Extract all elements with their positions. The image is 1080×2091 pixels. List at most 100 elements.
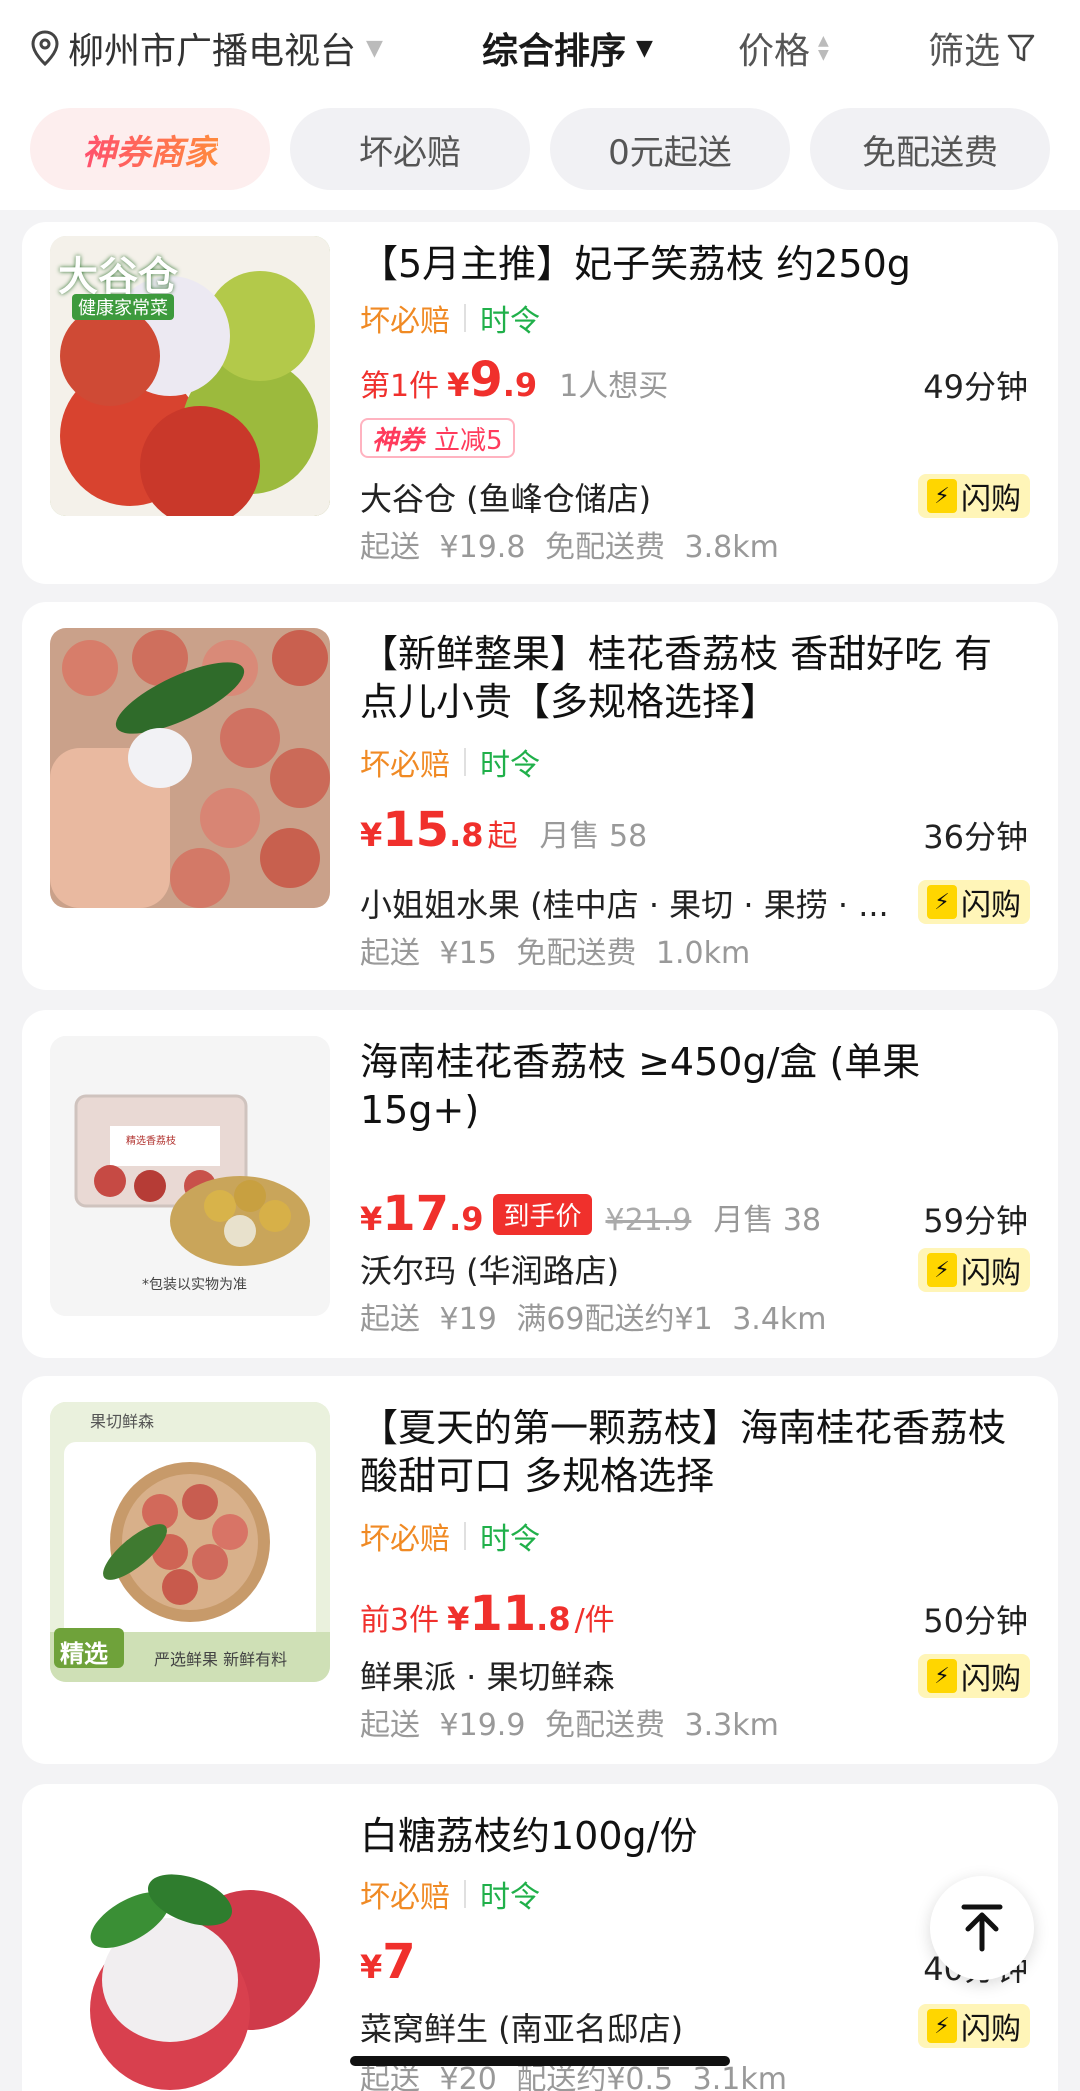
product-tags: 坏必赔 时令 — [360, 1514, 540, 1558]
delivery-info: 起送 ¥19.9 免配送费 3.3km — [360, 1708, 779, 1743]
flash-label: 闪购 — [961, 888, 1021, 923]
price-integer: 9 — [469, 352, 503, 408]
bolt-icon: ⚡ — [927, 1659, 957, 1693]
product-tags: 坏必赔 时令 — [360, 740, 540, 784]
price-suffix: 起 — [487, 819, 518, 854]
product-card[interactable]: 白糖荔枝约100g/份 坏必赔 时令 ¥ 7 40分钟 菜窝鲜生 (南亚名邸店)… — [22, 1784, 1058, 2091]
currency-symbol: ¥ — [447, 366, 470, 404]
season-tag: 时令 — [480, 1522, 540, 1557]
product-card[interactable]: 【新鲜整果】桂花香荔枝 香甜好吃 有点儿小贵【多规格选择】 坏必赔 时令 ¥ 1… — [22, 602, 1058, 990]
currency-symbol: ¥ — [360, 1200, 383, 1238]
store-name[interactable]: 小姐姐水果 (桂中店 · 果切 · 果捞 · ... — [360, 880, 889, 926]
bolt-icon: ⚡ — [927, 2009, 957, 2043]
coupon-brand: 神券 — [372, 425, 425, 456]
product-tags: 坏必赔 时令 — [360, 296, 540, 340]
price-prefix: 第1件 — [360, 369, 440, 404]
product-image — [50, 628, 330, 908]
flash-buy-badge: ⚡ 闪购 — [918, 880, 1030, 924]
store-name[interactable]: 沃尔玛 (华润路店) — [360, 1246, 619, 1292]
flash-label: 闪购 — [961, 2012, 1021, 2047]
thumb-slogan: 严选鲜果 新鲜有料 — [154, 1650, 288, 1669]
product-title: 【夏天的第一颗荔枝】海南桂花香荔枝 酸甜可口 多规格选择 — [360, 1406, 1007, 1498]
store-name[interactable]: 菜窝鲜生 (南亚名邸店) — [360, 2004, 683, 2050]
filter-label: 筛选 — [928, 31, 1001, 72]
price-line: ¥ 17 .9 到手价 ¥21.9 月售 38 — [360, 1186, 821, 1242]
product-tags: 坏必赔 时令 — [360, 1872, 540, 1916]
thumb-subtitle: 健康家常菜 — [72, 294, 174, 320]
flash-label: 闪购 — [961, 482, 1021, 517]
flash-label: 闪购 — [961, 1256, 1021, 1291]
guarantee-tag: 坏必赔 — [360, 1522, 450, 1557]
store-name[interactable]: 大谷仓 (鱼峰仓储店) — [360, 474, 651, 520]
delivery-info: 起送 ¥15 免配送费 1.0km — [360, 936, 751, 971]
price-decimal: .8 — [449, 816, 484, 854]
sort-updown-icon: ▲ ▼ — [818, 33, 829, 63]
location-label: 柳州市广播电视台 — [68, 31, 357, 72]
product-image: 果切鲜森 精选 严选鲜果 新鲜有料 — [50, 1402, 330, 1682]
delivery-eta: 50分钟 — [923, 1602, 1028, 1640]
flash-buy-badge: ⚡ 闪购 — [918, 474, 1030, 518]
product-title: 白糖荔枝约100g/份 — [360, 1814, 698, 1858]
bolt-icon: ⚡ — [927, 885, 957, 919]
price-line: ¥ 7 — [360, 1934, 416, 1990]
tag-divider — [464, 1880, 466, 1908]
tag-divider — [464, 304, 466, 332]
delivery-info: 起送 ¥19.8 免配送费 3.8km — [360, 530, 779, 565]
tag-divider — [464, 1522, 466, 1550]
price-suffix: /件 — [574, 1603, 615, 1638]
filter-funnel-icon — [1007, 34, 1035, 62]
product-title: 【新鲜整果】桂花香荔枝 香甜好吃 有点儿小贵【多规格选择】 — [360, 632, 993, 724]
product-card[interactable]: 精选香荔枝 *包装以实物为准 海南桂花香荔枝 ≥450g/盒 (单果15g+) … — [22, 1010, 1058, 1358]
store-name[interactable]: 鲜果派 · 果切鲜森 — [360, 1652, 615, 1698]
chip-free-delivery[interactable]: 免配送费 — [810, 108, 1050, 190]
chevron-down-icon: ▼ — [366, 35, 383, 61]
price-sort-label: 价格 — [738, 31, 811, 72]
price-integer: 17 — [382, 1186, 450, 1242]
flash-buy-badge: ⚡ 闪购 — [918, 1654, 1030, 1698]
monthly-sales: 月售 38 — [713, 1203, 822, 1238]
price-prefix: 前3件 — [360, 1603, 440, 1638]
price-integer: 11 — [469, 1586, 537, 1642]
tag-divider — [464, 748, 466, 776]
guarantee-tag: 坏必赔 — [360, 748, 450, 783]
thumb-brand: 果切鲜森 — [90, 1412, 155, 1431]
price-decimal: .8 — [536, 1600, 571, 1638]
bolt-icon: ⚡ — [927, 479, 957, 513]
back-to-top-icon — [961, 1904, 1003, 1952]
delivery-eta: 59分钟 — [923, 1202, 1028, 1240]
price-line: ¥ 15 .8 起 月售 58 — [360, 802, 647, 858]
location-selector[interactable]: 柳州市广播电视台 ▼ — [30, 22, 383, 74]
delivery-eta: 36分钟 — [923, 818, 1028, 856]
currency-symbol: ¥ — [360, 816, 383, 854]
price-integer: 15 — [382, 802, 450, 858]
chip-bad-refund[interactable]: 坏必赔 — [290, 108, 530, 190]
location-pin-icon — [31, 30, 59, 66]
filter-button[interactable]: 筛选 — [928, 22, 1036, 74]
price-line: 前3件 ¥ 11 .8 /件 — [360, 1586, 615, 1642]
top-filter-bar: 柳州市广播电视台 ▼ 综合排序 ▼ 价格 ▲ ▼ 筛选 — [0, 0, 1080, 100]
currency-symbol: ¥ — [360, 1948, 383, 1986]
product-card[interactable]: 大谷仓 健康家常菜 【5月主推】妃子笑荔枝 约250g 坏必赔 时令 第1件 ¥… — [22, 222, 1058, 584]
product-image: 大谷仓 健康家常菜 — [50, 236, 330, 516]
chevron-down-icon: ▼ — [636, 35, 653, 61]
product-card[interactable]: 果切鲜森 精选 严选鲜果 新鲜有料 【夏天的第一颗荔枝】海南桂花香荔枝 酸甜可口… — [22, 1376, 1058, 1764]
monthly-sales: 月售 58 — [539, 819, 648, 854]
season-tag: 时令 — [480, 748, 540, 783]
home-indicator — [350, 2056, 730, 2066]
sort-dropdown[interactable]: 综合排序 ▼ — [482, 22, 653, 74]
lychee-illustration — [50, 1810, 330, 2090]
original-price: ¥21.9 — [605, 1203, 692, 1238]
product-image — [50, 1810, 330, 2090]
sort-label: 综合排序 — [482, 31, 627, 72]
back-to-top-button[interactable] — [930, 1876, 1034, 1980]
chip-coupon-merchant[interactable]: 神券商家 — [30, 108, 270, 190]
price-decimal: .9 — [502, 366, 538, 404]
chip-zero-min[interactable]: 0元起送 — [550, 108, 790, 190]
lychee-illustration — [50, 628, 330, 908]
box-label: 精选香荔枝 — [126, 1136, 176, 1147]
quick-filter-chips: 神券商家 坏必赔 0元起送 免配送费 — [0, 100, 1080, 210]
price-decimal: .9 — [449, 1200, 484, 1238]
product-title: 【5月主推】妃子笑荔枝 约250g — [360, 242, 911, 286]
guarantee-tag: 坏必赔 — [360, 304, 450, 339]
price-sort[interactable]: 价格 ▲ ▼ — [738, 22, 829, 74]
